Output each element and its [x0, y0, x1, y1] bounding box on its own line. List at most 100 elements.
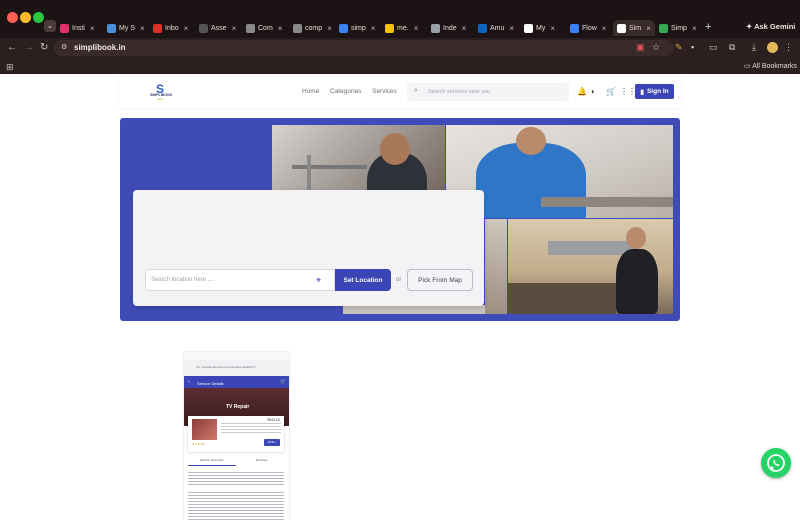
extension-icon[interactable]: ▪ — [691, 42, 694, 52]
browser-tab[interactable]: Simp × — [659, 20, 697, 36]
sign-in-label: Sign In — [646, 88, 669, 95]
phone-banner-title: TV Repair — [226, 404, 250, 410]
browser-tab[interactable]: comp × — [293, 20, 332, 36]
close-tab-icon[interactable]: × — [414, 24, 419, 33]
cart-icon[interactable]: 🛒 — [606, 87, 616, 96]
or-separator: or — [396, 277, 402, 283]
drive-icon — [107, 23, 116, 33]
close-tab-icon[interactable]: × — [602, 24, 607, 33]
site-info-icon[interactable]: ⚙ — [61, 43, 67, 51]
phone-rating: ★ 4.2 (4) — [192, 442, 205, 446]
back-icon[interactable]: ← — [7, 42, 17, 53]
maximize-window-button[interactable] — [33, 12, 44, 23]
browser-tab-label: Com — [258, 24, 273, 32]
close-tab-icon[interactable]: × — [692, 24, 697, 33]
browser-tab[interactable]: Com × — [246, 20, 282, 36]
app-icon — [385, 23, 394, 33]
close-tab-icon[interactable]: × — [509, 24, 514, 33]
gmail-icon — [153, 23, 162, 33]
ask-gemini-label: Ask Gemini — [754, 22, 796, 31]
close-tab-icon[interactable]: × — [462, 24, 467, 33]
address-bar[interactable] — [54, 40, 674, 56]
browser-tab-label: Inbo — [165, 24, 179, 32]
tab-search-button[interactable]: ⌄ — [44, 20, 56, 32]
phone-add-button: ADD + — [264, 439, 280, 446]
browser-tab[interactable]: Flow × — [570, 20, 606, 36]
browser-tab-label: Insti — [72, 24, 85, 32]
nav-services[interactable]: Services — [372, 88, 397, 95]
theme-toggle-icon[interactable]: ◐ — [591, 87, 596, 96]
site-header — [120, 74, 680, 108]
browser-menu-icon[interactable]: ⋮ — [784, 42, 793, 53]
phone-description-lines — [221, 423, 281, 435]
browser-tab-label: Asse — [211, 24, 227, 32]
browser-tab[interactable]: me. × — [385, 20, 418, 36]
phone-text-block — [188, 472, 284, 486]
close-tab-icon[interactable]: × — [327, 24, 332, 33]
browser-tab-label: Sim — [629, 24, 642, 32]
all-bookmarks-button[interactable]: ▭ All Bookmarks — [744, 62, 797, 70]
logo-subtext: Infra — [157, 97, 164, 101]
browser-tab[interactable]: My S × — [107, 20, 145, 36]
close-window-button[interactable] — [7, 12, 18, 23]
pen-extension-icon[interactable]: ✎ — [675, 42, 683, 53]
pick-from-map-button[interactable]: Pick From Map — [407, 269, 473, 291]
instagram-icon — [60, 23, 69, 33]
close-tab-icon[interactable]: × — [140, 24, 145, 33]
browser-tab-label: simp — [351, 24, 366, 32]
phone-price: ₹543.00 — [267, 418, 280, 422]
info-icon — [524, 23, 533, 33]
forward-icon[interactable]: → — [24, 42, 34, 53]
reload-icon[interactable]: ↻ — [40, 42, 48, 53]
set-location-button[interactable]: Set Location — [335, 269, 391, 291]
browser-tab[interactable]: Inbo × — [153, 20, 188, 36]
url-text[interactable]: simplibook.in — [74, 43, 126, 52]
minimize-window-button[interactable] — [20, 12, 31, 23]
browser-tab[interactable]: Insti × — [60, 20, 95, 36]
location-search-placeholder: Search location here .... — [151, 277, 215, 283]
close-tab-icon[interactable]: × — [232, 24, 237, 33]
search-icon: ⌕ — [414, 87, 418, 94]
profile-avatar[interactable] — [767, 42, 778, 53]
diamond-icon — [293, 23, 302, 33]
browser-tab-label: comp — [305, 24, 323, 32]
whatsapp-icon — [767, 454, 785, 472]
close-tab-icon[interactable]: × — [90, 24, 95, 33]
close-tab-icon[interactable]: × — [371, 24, 376, 33]
app-icon — [570, 23, 579, 33]
tab-group-icon[interactable]: ▭ — [709, 42, 718, 53]
globe-icon — [431, 23, 440, 33]
close-tab-icon[interactable]: × — [184, 24, 189, 33]
simplibook-icon — [617, 23, 626, 33]
nav-categories[interactable]: Categories — [330, 88, 361, 95]
close-tab-icon[interactable]: × — [646, 24, 651, 33]
diamond-icon — [246, 23, 255, 33]
locate-me-icon[interactable]: ⌖ — [316, 275, 321, 286]
ask-gemini-button[interactable]: ✦ Ask Gemini — [746, 22, 795, 31]
nav-home[interactable]: Home — [302, 88, 319, 95]
download-icon[interactable]: ⤓ — [752, 42, 756, 53]
browser-tab[interactable]: Asse × — [199, 20, 236, 36]
bookmark-star-icon[interactable]: ☆ — [652, 42, 660, 53]
grid-menu-icon[interactable]: ⋮⋮ — [620, 87, 636, 96]
photo-strip — [343, 305, 485, 314]
browser-tab-label: Inde — [443, 24, 457, 32]
browser-tab[interactable]: Amu × — [478, 20, 514, 36]
browser-tab[interactable]: Sim × — [613, 20, 655, 36]
phone-url-text: Tip: simplibook.in/services/service-deta… — [196, 365, 256, 369]
close-tab-icon[interactable]: × — [550, 24, 555, 33]
close-tab-icon[interactable]: × — [278, 24, 283, 33]
recording-icon[interactable]: ▣ — [636, 42, 645, 53]
browser-tab-label: Simp — [671, 24, 687, 32]
apps-grid-icon[interactable]: ⊞ — [6, 62, 14, 73]
extensions-puzzle-icon[interactable]: ⧉ — [729, 42, 735, 53]
notification-bell-icon[interactable]: 🔔 — [577, 87, 587, 96]
whatsapp-chat-button[interactable] — [761, 448, 791, 478]
new-tab-button[interactable]: + — [705, 21, 711, 33]
browser-tab[interactable]: Inde × — [431, 20, 466, 36]
sign-in-button[interactable]: ▮ Sign In — [635, 84, 674, 99]
browser-tab-label: Flow — [582, 24, 597, 32]
phone-text-block — [188, 492, 284, 520]
browser-tab[interactable]: simp × — [339, 20, 375, 36]
browser-tab[interactable]: My × — [524, 20, 555, 36]
